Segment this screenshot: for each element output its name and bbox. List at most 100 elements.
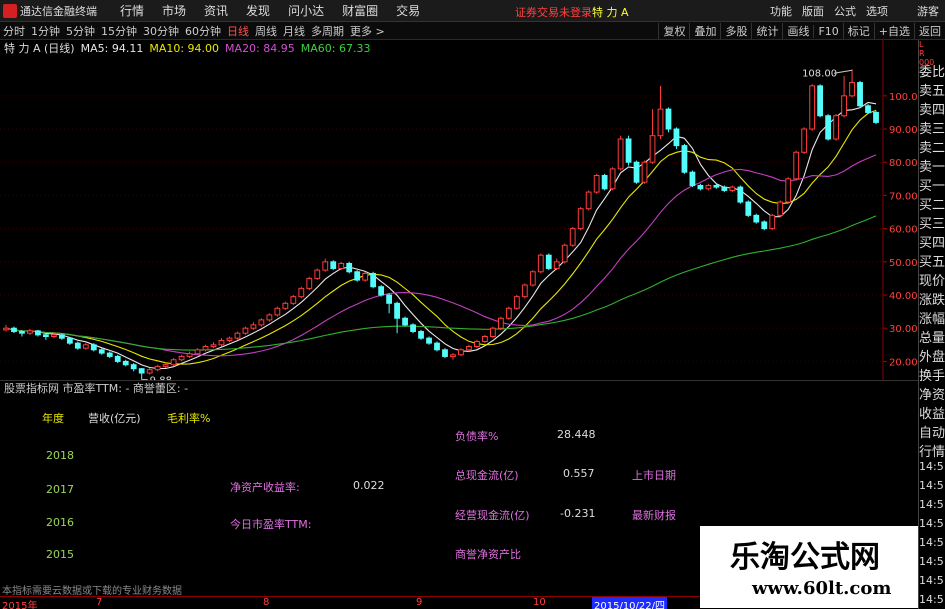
candle-body — [442, 349, 448, 357]
candle-body — [753, 214, 760, 223]
total-cashflow-value: 0.557 — [563, 467, 595, 480]
menu-function[interactable]: 功能 — [765, 3, 797, 19]
candle-body — [641, 161, 648, 183]
candle-body — [154, 365, 161, 371]
candle-body — [314, 269, 321, 279]
price-tick-label: 50.00 — [889, 258, 918, 269]
draw-line-button[interactable]: 画线 — [782, 23, 813, 39]
candle-body — [458, 349, 464, 356]
multi-stock-button[interactable]: 多股 — [720, 23, 751, 39]
f10-button[interactable]: F10 — [813, 24, 842, 38]
time-label: 8 — [263, 597, 270, 608]
candle-body — [521, 284, 528, 298]
op-cashflow-value: -0.231 — [560, 507, 596, 520]
menu-trade[interactable]: 交易 — [387, 2, 429, 19]
side-time: 14:5 — [919, 536, 944, 549]
candle-body — [298, 287, 305, 298]
time-label: 2015年 — [2, 601, 38, 609]
candle-body — [162, 364, 169, 367]
indicator-header: 股票指标网 市盈率TTM: - 商誉蕾区: - — [0, 380, 918, 395]
menu-options[interactable]: 选项 — [861, 3, 893, 19]
watermark-title: 乐淘公式网 — [730, 540, 880, 575]
candle-body — [250, 324, 257, 329]
candle-body — [290, 296, 297, 304]
back-button[interactable]: 返回 — [914, 23, 945, 39]
side-item: 买五 — [919, 255, 945, 270]
listing-date-label: 上市日期 — [632, 469, 676, 482]
period-1min[interactable]: 1分钟 — [28, 23, 63, 39]
candle-body — [194, 349, 201, 355]
year-2015: 2015 — [46, 548, 74, 561]
high-marker-label: 108.00 — [802, 68, 837, 79]
period-weekly[interactable]: 周线 — [252, 23, 280, 39]
statistics-button[interactable]: 统计 — [751, 23, 782, 39]
side-quote-label[interactable]: 行情 — [919, 441, 945, 460]
candle-body — [865, 105, 871, 113]
guest-label[interactable]: 游客 — [893, 3, 945, 19]
candle-body — [19, 331, 25, 334]
candle-body — [58, 334, 65, 339]
menu-layout[interactable]: 版面 — [797, 3, 829, 19]
period-5min[interactable]: 5分钟 — [63, 23, 98, 39]
login-status[interactable]: 证券交易未登录 — [515, 4, 592, 20]
total-cashflow-label: 总现金流(亿) — [455, 469, 519, 482]
candle-body — [545, 254, 552, 269]
period-daily[interactable]: 日线 — [224, 23, 252, 39]
menu-bar: 通达信金融终端 行情 市场 资讯 发现 问小达 财富圈 交易 证券交易未登录 特… — [0, 0, 945, 22]
menu-ask[interactable]: 问小达 — [279, 2, 333, 19]
menu-formula[interactable]: 公式 — [829, 3, 861, 19]
candle-body — [266, 314, 273, 321]
menu-news[interactable]: 资讯 — [195, 2, 237, 19]
period-60min[interactable]: 60分钟 — [182, 23, 224, 39]
candle-body — [673, 128, 680, 147]
period-monthly[interactable]: 月线 — [280, 23, 308, 39]
candle-body — [138, 368, 145, 374]
restore-rights-button[interactable]: 复权 — [658, 23, 689, 39]
period-more[interactable]: 更多 > — [347, 23, 388, 39]
candle-body — [130, 364, 137, 370]
menu-quotes[interactable]: 行情 — [111, 2, 153, 19]
candle-body — [370, 272, 377, 288]
menu-wealth[interactable]: 财富圈 — [333, 2, 387, 19]
toolbar-right: 复权 叠加 多股 统计 画线 F10 标记 +自选 返回 — [658, 22, 945, 40]
watermark-url: www.60lt.com — [752, 578, 892, 599]
side-time: 14:5 — [919, 479, 944, 492]
candle-body — [489, 327, 496, 338]
side-item: 收益 — [919, 407, 945, 422]
side-time: 14:5 — [919, 555, 944, 568]
period-30min[interactable]: 30分钟 — [140, 23, 182, 39]
menu-market[interactable]: 市场 — [153, 2, 195, 19]
mark-button[interactable]: 标记 — [842, 23, 874, 39]
roe-value: 0.022 — [353, 479, 385, 492]
candle-body — [553, 261, 560, 269]
menu-discover[interactable]: 发现 — [237, 2, 279, 19]
period-multi[interactable]: 多周期 — [308, 23, 347, 39]
side-item: 买四 — [919, 236, 945, 251]
year-2017: 2017 — [46, 483, 74, 496]
side-top-r: R — [919, 49, 925, 58]
side-auto-label[interactable]: 自动 — [919, 422, 945, 441]
candle-body — [633, 161, 640, 183]
ma20-line — [5, 154, 877, 357]
candle-body — [202, 345, 209, 351]
period-15min[interactable]: 15分钟 — [98, 23, 140, 39]
candle-body — [513, 296, 520, 309]
period-intraday[interactable]: 分时 — [0, 23, 28, 39]
candle-body — [665, 108, 672, 130]
side-time: 14:5 — [919, 593, 944, 606]
candle-body — [737, 186, 744, 203]
ma60-value: MA60: 67.33 — [300, 41, 371, 55]
overlay-button[interactable]: 叠加 — [689, 23, 720, 39]
candlestick-chart[interactable]: 20.00 30.00 40.00 50.00 60.00 70.00 80.00 90.00… — [0, 40, 918, 380]
debt-ratio-label: 负债率% — [455, 430, 499, 443]
add-watchlist-button[interactable]: +自选 — [873, 23, 914, 39]
candle-body — [474, 340, 480, 347]
candle-body — [50, 334, 57, 338]
ma20-value: MA20: 84.95 — [225, 41, 295, 55]
side-item: 涨幅 — [919, 312, 945, 327]
candle-body — [11, 327, 17, 333]
candle-body — [362, 272, 369, 281]
price-tick-label: 70.00 — [889, 191, 918, 202]
candle-body — [234, 332, 241, 339]
price-tick-label: 80.00 — [889, 158, 918, 169]
